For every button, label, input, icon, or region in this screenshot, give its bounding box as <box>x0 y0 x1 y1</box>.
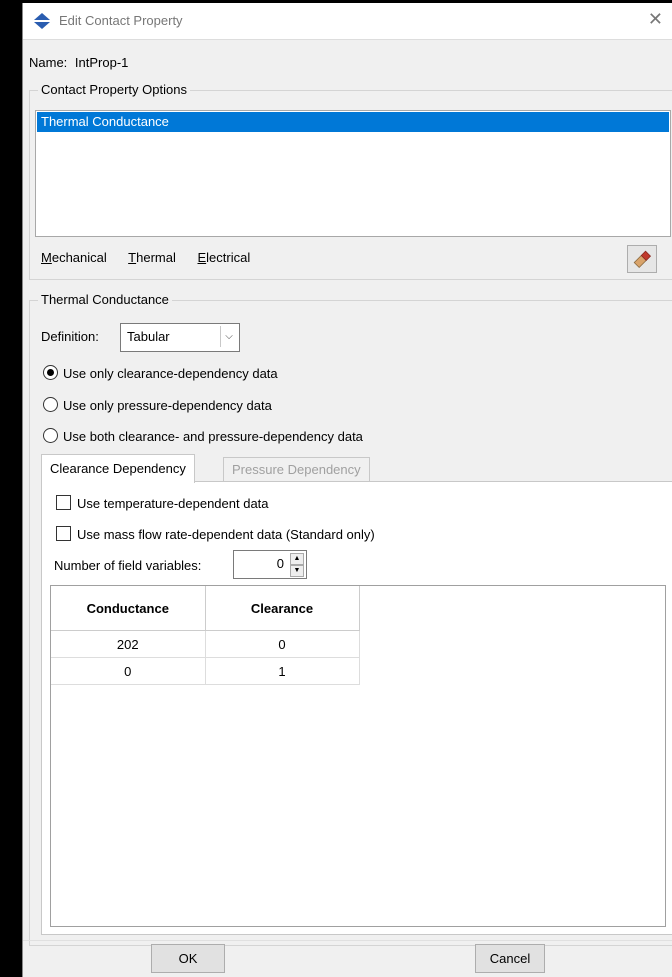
app-icon <box>33 12 51 33</box>
dropdown-arrow-icon: ⌵ <box>220 326 237 347</box>
data-table: Conductance Clearance 202 0 0 1 <box>51 586 360 685</box>
menu-electrical[interactable]: Electrical <box>198 250 251 265</box>
table-cell[interactable]: 202 <box>51 630 206 658</box>
radio-label: Use only clearance-dependency data <box>63 366 278 381</box>
radio-both[interactable]: Use both clearance- and pressure-depende… <box>43 428 363 446</box>
name-row: Name: IntProp-1 <box>29 55 128 70</box>
eraser-icon <box>633 250 652 269</box>
spin-down-icon[interactable]: ▼ <box>290 565 304 577</box>
definition-label: Definition: <box>41 329 99 344</box>
definition-value: Tabular <box>127 329 170 344</box>
column-header-clearance[interactable]: Clearance <box>205 586 360 631</box>
clearance-dependency-panel: Use temperature-dependent data Use mass … <box>41 481 672 935</box>
radio-button[interactable] <box>43 428 58 443</box>
checkbox-box[interactable] <box>56 526 71 541</box>
radio-label: Use both clearance- and pressure-depende… <box>63 429 363 444</box>
close-icon[interactable]: ✕ <box>648 9 663 30</box>
ok-button[interactable]: OK <box>151 944 225 973</box>
menu-thermal[interactable]: Thermal <box>128 250 176 265</box>
radio-button[interactable] <box>43 397 58 412</box>
tab-clearance-dependency[interactable]: Clearance Dependency <box>41 454 195 483</box>
group-title-options: Contact Property Options <box>38 82 190 97</box>
checkbox-label: Use temperature-dependent data <box>77 496 269 511</box>
table-row: 0 1 <box>51 657 360 685</box>
delete-option-button[interactable] <box>627 245 657 273</box>
cancel-button[interactable]: Cancel <box>475 944 545 973</box>
table-header-row: Conductance Clearance <box>51 586 360 631</box>
table-row: 202 0 <box>51 630 360 658</box>
field-variables-value: 0 <box>276 556 284 571</box>
radio-label: Use only pressure-dependency data <box>63 398 272 413</box>
radio-pressure-only[interactable]: Use only pressure-dependency data <box>43 397 272 415</box>
tab-pressure-dependency[interactable]: Pressure Dependency <box>223 457 370 482</box>
data-table-area[interactable]: Conductance Clearance 202 0 0 1 <box>50 585 666 927</box>
window-title: Edit Contact Property <box>59 13 183 28</box>
spin-up-icon[interactable]: ▲ <box>290 553 304 565</box>
radio-button-checked[interactable] <box>43 365 58 380</box>
group-title-thermal: Thermal Conductance <box>38 292 172 307</box>
menu-mechanical[interactable]: Mechanical <box>41 250 107 265</box>
option-menubar: Mechanical Thermal Electrical <box>41 250 268 265</box>
list-item-thermal-conductance[interactable]: Thermal Conductance <box>37 112 669 132</box>
checkbox-mass-flow-dependent[interactable]: Use mass flow rate-dependent data (Stand… <box>56 526 375 542</box>
radio-clearance-only[interactable]: Use only clearance-dependency data <box>43 365 278 383</box>
column-header-conductance[interactable]: Conductance <box>51 586 206 631</box>
name-label: Name: <box>29 55 68 70</box>
options-listbox[interactable]: Thermal Conductance <box>35 110 671 237</box>
name-value: IntProp-1 <box>74 55 129 70</box>
checkbox-label: Use mass flow rate-dependent data (Stand… <box>77 527 375 542</box>
table-cell[interactable]: 0 <box>205 630 360 658</box>
table-cell[interactable]: 1 <box>205 657 360 685</box>
dialog-window: Edit Contact Property ✕ Name: IntProp-1 … <box>22 3 672 977</box>
checkbox-temperature-dependent[interactable]: Use temperature-dependent data <box>56 495 269 511</box>
definition-select[interactable]: Tabular ⌵ <box>120 323 240 352</box>
title-bar: Edit Contact Property ✕ <box>23 3 672 40</box>
checkbox-box[interactable] <box>56 495 71 510</box>
footer-separator <box>23 940 672 941</box>
table-cell[interactable]: 0 <box>51 657 206 685</box>
field-variables-spinner[interactable]: 0 ▲ ▼ <box>233 550 307 579</box>
field-variables-label: Number of field variables: <box>54 558 202 573</box>
